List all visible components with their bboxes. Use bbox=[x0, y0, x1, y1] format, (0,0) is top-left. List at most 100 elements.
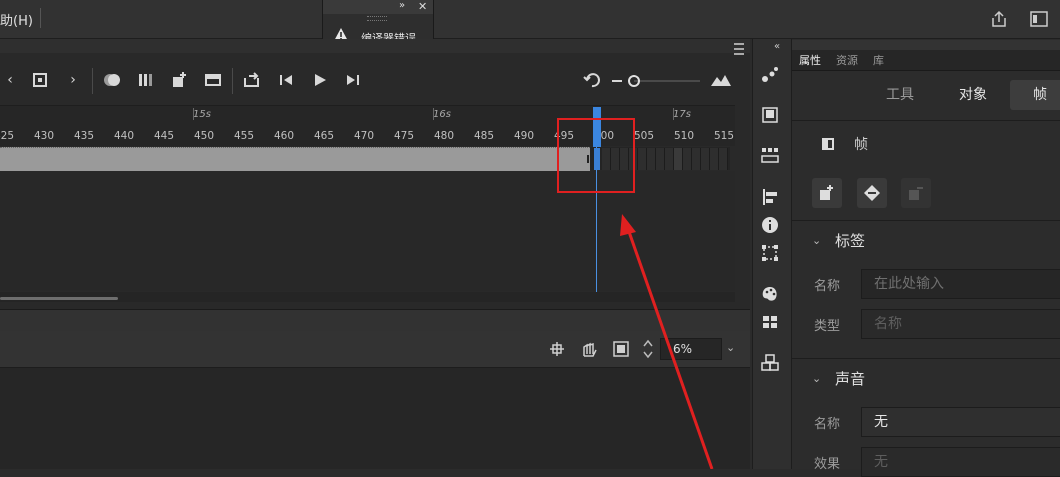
layer-frames-span[interactable] bbox=[0, 147, 590, 171]
frame-number: 505 bbox=[634, 130, 655, 142]
divider bbox=[92, 68, 93, 94]
segment-frame[interactable]: 帧 bbox=[1010, 80, 1060, 110]
transform-icon[interactable] bbox=[761, 244, 779, 262]
stage-area[interactable] bbox=[0, 368, 750, 469]
tab-properties[interactable]: 属性 bbox=[799, 52, 821, 68]
segment-object[interactable]: 对象 bbox=[948, 80, 998, 110]
panel-divider[interactable] bbox=[0, 309, 750, 332]
snap-center-icon[interactable] bbox=[548, 340, 566, 358]
align-icon[interactable] bbox=[761, 188, 779, 206]
frame-name-input[interactable]: 在此处输入 bbox=[861, 269, 1060, 299]
swap-icon bbox=[864, 185, 880, 201]
sound-name-select[interactable]: 无 bbox=[861, 407, 1060, 437]
drag-handle[interactable] bbox=[367, 16, 387, 21]
sound-effect-select[interactable]: 无 bbox=[861, 447, 1060, 477]
frame-cell[interactable] bbox=[683, 148, 692, 170]
second-tick bbox=[193, 108, 194, 120]
rotate-hand-icon[interactable] bbox=[578, 340, 600, 358]
tab-assets[interactable]: 资源 bbox=[836, 52, 858, 68]
frame-zoom-slider[interactable] bbox=[610, 73, 702, 89]
mountain-zoom-icon[interactable] bbox=[710, 70, 732, 90]
panel-layout-icon[interactable] bbox=[1030, 11, 1048, 27]
next-arrow-icon[interactable]: › bbox=[63, 70, 83, 90]
frame-cell[interactable] bbox=[701, 148, 710, 170]
top-bar bbox=[0, 0, 1060, 39]
frame-number: 515 bbox=[714, 130, 735, 142]
menu-separator bbox=[40, 8, 41, 28]
sound-section-title[interactable]: 声音 bbox=[835, 368, 865, 389]
label-type-select[interactable]: 名称 bbox=[861, 309, 1060, 339]
frame-number: 445 bbox=[154, 130, 175, 142]
tab-library[interactable]: 库 bbox=[873, 52, 884, 68]
play-icon[interactable] bbox=[310, 70, 330, 90]
frame-number: 465 bbox=[314, 130, 335, 142]
disabled-frame-button[interactable] bbox=[901, 178, 931, 208]
chevron-down-icon[interactable]: ⌄ bbox=[812, 372, 821, 385]
components-icon[interactable] bbox=[761, 354, 779, 372]
frame-number: 460 bbox=[274, 130, 295, 142]
frame-cell[interactable] bbox=[638, 148, 647, 170]
share-icon[interactable] bbox=[990, 10, 1008, 28]
swatches-icon[interactable] bbox=[761, 313, 779, 331]
color-palette-icon[interactable] bbox=[761, 285, 779, 303]
frame-cell[interactable] bbox=[719, 148, 728, 170]
insert-keyframe-icon[interactable] bbox=[170, 70, 190, 90]
frame-picker-icon[interactable] bbox=[761, 146, 779, 164]
frame-number: 425 bbox=[0, 130, 15, 142]
sound-effect-label: 效果 bbox=[814, 457, 841, 472]
onion-skin-icon[interactable] bbox=[102, 70, 122, 90]
second-marker: 17s bbox=[673, 109, 691, 120]
frame-number: 475 bbox=[394, 130, 415, 142]
loop-icon[interactable] bbox=[242, 70, 262, 90]
frame-cell[interactable] bbox=[710, 148, 719, 170]
chevron-down-icon[interactable]: ⌄ bbox=[726, 341, 735, 354]
divider bbox=[792, 358, 1060, 359]
prev-arrow-icon[interactable]: ‹ bbox=[0, 70, 20, 90]
step-forward-icon[interactable] bbox=[343, 70, 363, 90]
scrollbar-thumb[interactable] bbox=[0, 297, 118, 300]
panel-header bbox=[323, 0, 433, 14]
menu-help[interactable]: 助(H) bbox=[0, 10, 33, 29]
zoom-stepper[interactable] bbox=[642, 338, 654, 360]
timeline-header bbox=[0, 39, 750, 53]
collapse-icon[interactable]: « bbox=[774, 41, 780, 52]
frame-cell[interactable] bbox=[647, 148, 656, 170]
name-label: 名称 bbox=[814, 279, 841, 294]
frame-cell[interactable] bbox=[674, 148, 683, 170]
type-label: 类型 bbox=[814, 319, 841, 334]
convert-to-keyframe-button[interactable] bbox=[812, 178, 842, 208]
frame-cell[interactable] bbox=[692, 148, 701, 170]
keyframe-add-icon bbox=[820, 185, 833, 200]
frame-section-title: 帧 bbox=[854, 137, 868, 153]
edit-multiple-frames-icon[interactable] bbox=[136, 70, 156, 90]
second-tick bbox=[433, 108, 434, 120]
divider bbox=[792, 120, 1060, 121]
motion-presets-icon[interactable] bbox=[761, 66, 779, 84]
expand-icon[interactable]: » bbox=[399, 0, 405, 11]
undo-icon[interactable] bbox=[582, 70, 602, 90]
insert-blank-keyframe-icon[interactable] bbox=[203, 70, 223, 90]
swap-frames-button[interactable] bbox=[857, 178, 887, 208]
close-icon[interactable]: ✕ bbox=[418, 0, 427, 13]
chevron-down-icon[interactable]: ⌄ bbox=[812, 234, 821, 247]
label-section-title[interactable]: 标签 bbox=[835, 230, 865, 251]
zoom-input[interactable]: 6% bbox=[660, 338, 722, 360]
annotation-highlight-box bbox=[557, 118, 635, 193]
panel-menu-icon[interactable] bbox=[734, 43, 744, 55]
clip-stage-icon[interactable] bbox=[612, 340, 630, 358]
second-marker: 16s bbox=[433, 109, 451, 120]
stop-icon[interactable] bbox=[30, 70, 50, 90]
frame-number: 435 bbox=[74, 130, 95, 142]
frame-cell[interactable] bbox=[656, 148, 665, 170]
frame-number: 470 bbox=[354, 130, 375, 142]
segment-tool[interactable]: 工具 bbox=[875, 80, 925, 110]
divider bbox=[792, 220, 1060, 221]
frame-cell[interactable] bbox=[665, 148, 674, 170]
library-book-icon[interactable] bbox=[761, 106, 779, 124]
panel-header bbox=[792, 40, 1060, 50]
stage-toolbar bbox=[0, 331, 750, 368]
frame-number: 450 bbox=[194, 130, 215, 142]
info-icon[interactable] bbox=[761, 216, 779, 234]
frame-number: 480 bbox=[434, 130, 455, 142]
step-back-icon[interactable] bbox=[276, 70, 296, 90]
